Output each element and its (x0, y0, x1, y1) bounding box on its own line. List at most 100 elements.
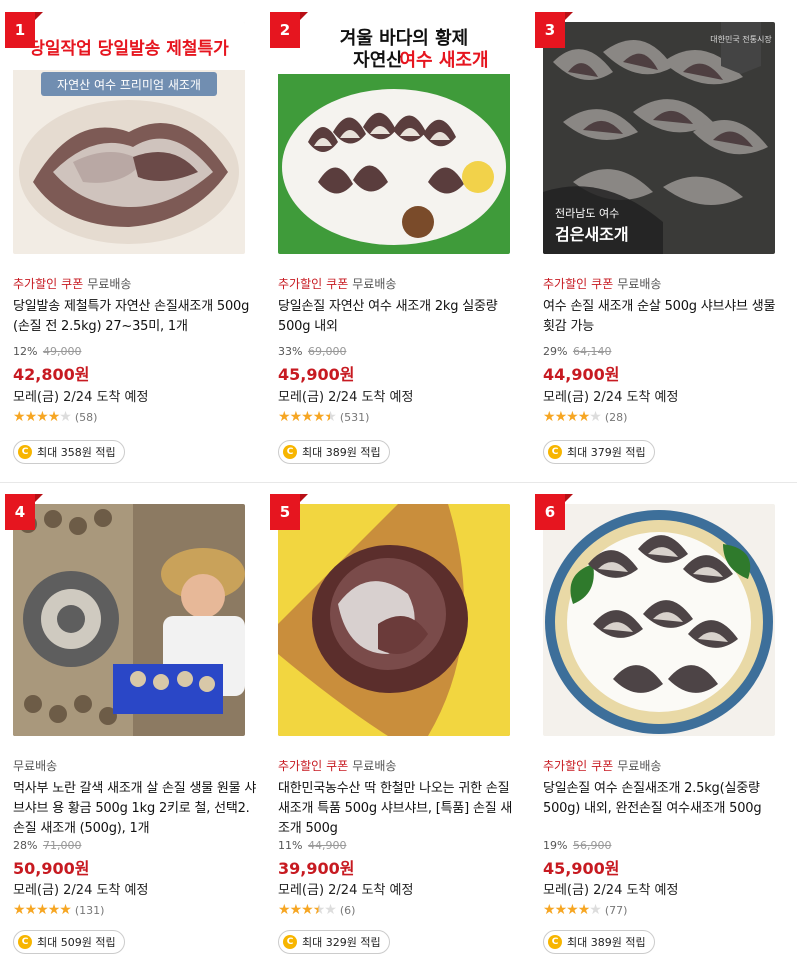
reward-text: 최대 389원 적립 (567, 936, 646, 949)
sale-price: 44,900원 (543, 365, 620, 384)
discount-rate: 28% (13, 839, 38, 852)
tag-row: 추가할인 쿠폰 무료배송 (278, 275, 400, 292)
product-image[interactable] (543, 504, 775, 736)
star-icon: ★ (289, 902, 303, 918)
coupon-tag: 쿠폰 (326, 759, 349, 773)
free-shipping-tag: 무료배송 (617, 759, 662, 773)
star-icon: ★ (47, 409, 61, 425)
rank-badge: 5 (270, 494, 308, 530)
star-icon: ★ (59, 902, 72, 918)
reward-badge: C 최대 389원 적립 (543, 930, 655, 954)
coin-icon: C (283, 935, 297, 949)
star-icon: ★ (278, 902, 291, 918)
review-count[interactable]: (58) (75, 411, 98, 424)
free-shipping-tag: 무료배송 (352, 759, 397, 773)
reward-badge: C 최대 509원 적립 (13, 930, 125, 954)
discount-info: 11% 44,900 (278, 839, 346, 852)
star-icon: ★ (324, 902, 337, 918)
discount-info: 19% 56,900 (543, 839, 611, 852)
reward-badge: C 최대 329원 적립 (278, 930, 390, 954)
image-headline: 검은새조개 (555, 225, 629, 244)
sale-price: 45,900원 (278, 365, 355, 384)
coupon-tag: 쿠폰 (591, 759, 614, 773)
rating: ★★★★★ (131) (13, 902, 104, 918)
extra-discount-tag: 추가할인 (278, 759, 323, 773)
product-image[interactable]: 당일작업 당일발송 제철특가 자연산 여수 프리미엄 새조개 (13, 22, 245, 254)
coin-icon: C (283, 445, 297, 459)
image-subline: 전라남도 여수 (555, 207, 619, 220)
discount-info: 29% 64,140 (543, 345, 611, 358)
product-title[interactable]: 여수 손질 새조개 순살 500g 샤브샤브 생물 횟감 가능 (543, 297, 788, 337)
review-count[interactable]: (28) (605, 411, 628, 424)
reward-text: 최대 389원 적립 (302, 446, 381, 459)
review-count[interactable]: (131) (75, 904, 105, 917)
product-card[interactable]: 6 추가할인 쿠폰 무료배송 당일손질 여수 손질새조개 2.5kg(실중량50… (535, 494, 797, 961)
coupon-tag: 쿠폰 (591, 277, 614, 291)
star-icon: ★ (566, 902, 579, 918)
product-grid: 1 당일작업 당일발송 제철특가 자연산 여수 프리미엄 새조개 추가할인 쿠폰 무… (0, 0, 797, 961)
product-card[interactable]: 3 전라남도 여수 검은새조개 대한민국 전통시장 추가할인 쿠폰 무료배송 여… (535, 12, 797, 497)
sale-price: 39,900원 (278, 859, 355, 878)
reward-badge: C 최대 389원 적립 (278, 440, 390, 464)
delivery-eta: 모레(금) 2/24 도착 예정 (543, 390, 679, 405)
coin-icon: C (548, 935, 562, 949)
star-icon: ★ (554, 409, 568, 425)
review-count[interactable]: (77) (605, 904, 628, 917)
free-shipping-tag: 무료배송 (617, 277, 662, 291)
star-icon: ★ (566, 409, 579, 425)
extra-discount-tag: 추가할인 (543, 759, 588, 773)
star-icon: ★ (47, 902, 61, 918)
rating: ★★★★★ (28) (543, 409, 627, 425)
star-rating: ★★★★★ (278, 902, 337, 918)
image-highlight: 여수 새조개 (399, 50, 488, 71)
product-image[interactable]: 전라남도 여수 검은새조개 대한민국 전통시장 (543, 22, 775, 254)
star-icon: ★ (577, 409, 591, 425)
product-image[interactable] (278, 504, 510, 736)
coin-icon: C (18, 445, 32, 459)
product-card[interactable]: 1 당일작업 당일발송 제철특가 자연산 여수 프리미엄 새조개 추가할인 쿠폰 무… (5, 12, 275, 497)
reward-badge: C 최대 358원 적립 (13, 440, 125, 464)
star-icon: ★ (36, 409, 49, 425)
star-icon: ★ (301, 409, 314, 425)
product-image[interactable]: 겨울 바다의 황제 자연산 여수 새조개 (278, 22, 510, 254)
original-price: 44,900 (307, 839, 347, 852)
coupon-tag: 쿠폰 (61, 277, 84, 291)
coin-icon: C (548, 445, 562, 459)
original-price: 56,900 (572, 839, 612, 852)
star-rating: ★★★★★ (543, 902, 602, 918)
image-headline: 겨울 바다의 황제 (340, 28, 468, 49)
discount-info: 33% 69,000 (278, 345, 346, 358)
sale-price: 45,900원 (543, 859, 620, 878)
product-title[interactable]: 당일발송 제철특가 자연산 손질새조개 500g (손질 전 2.5kg) 27… (13, 297, 258, 337)
product-title[interactable]: 당일손질 자연산 여수 새조개 2kg 실중량 500g 내외 (278, 297, 523, 337)
review-count[interactable]: (6) (340, 904, 356, 917)
discount-info: 12% 49,000 (13, 345, 81, 358)
delivery-eta: 모레(금) 2/24 도착 예정 (13, 883, 149, 898)
rating: ★★★★★ (531) (278, 409, 369, 425)
product-title[interactable]: 대한민국농수산 딱 한철만 나오는 귀한 손질 새조개 특품 500g 샤브샤브… (278, 779, 523, 839)
star-icon: ★ (278, 409, 291, 425)
star-rating: ★★★★★ (13, 902, 72, 918)
star-icon: ★ (577, 902, 591, 918)
market-seal: 대한민국 전통시장 (710, 34, 772, 44)
discount-rate: 33% (278, 345, 303, 358)
review-count[interactable]: (531) (340, 411, 370, 424)
product-title[interactable]: 당일손질 여수 손질새조개 2.5kg(실중량500g) 내외, 완전손질 여수… (543, 779, 788, 819)
delivery-eta: 모레(금) 2/24 도착 예정 (278, 883, 414, 898)
rank-badge: 3 (535, 12, 573, 48)
delivery-eta: 모레(금) 2/24 도착 예정 (278, 390, 414, 405)
star-icon: ★ (36, 902, 49, 918)
tag-row: 무료배송 (13, 757, 61, 774)
product-card[interactable]: 4 무료배송 먹사부 노란 갈색 새조개 살 손질 생물 원물 샤브샤브 용 황… (5, 494, 275, 961)
product-card[interactable]: 5 추가할인 쿠폰 무료배송 대한민국농수산 딱 한철만 나오는 귀한 손질 새조개… (270, 494, 540, 961)
product-title[interactable]: 먹사부 노란 갈색 새조개 살 손질 생물 원물 샤브샤브 용 황금 500g … (13, 779, 258, 839)
tag-row: 추가할인 쿠폰 무료배송 (278, 757, 400, 774)
product-card[interactable]: 2 겨울 바다의 황제 자연산 여수 새조개 추가할인 쿠폰 무료배송 당일손질… (270, 12, 540, 497)
sale-price: 50,900원 (13, 859, 90, 878)
star-icon: ★ (13, 902, 26, 918)
star-icon: ★ (13, 409, 26, 425)
product-image[interactable] (13, 504, 245, 736)
free-shipping-tag: 무료배송 (13, 759, 58, 773)
star-rating: ★★★★★ (543, 409, 602, 425)
reward-text: 최대 358원 적립 (37, 446, 116, 459)
